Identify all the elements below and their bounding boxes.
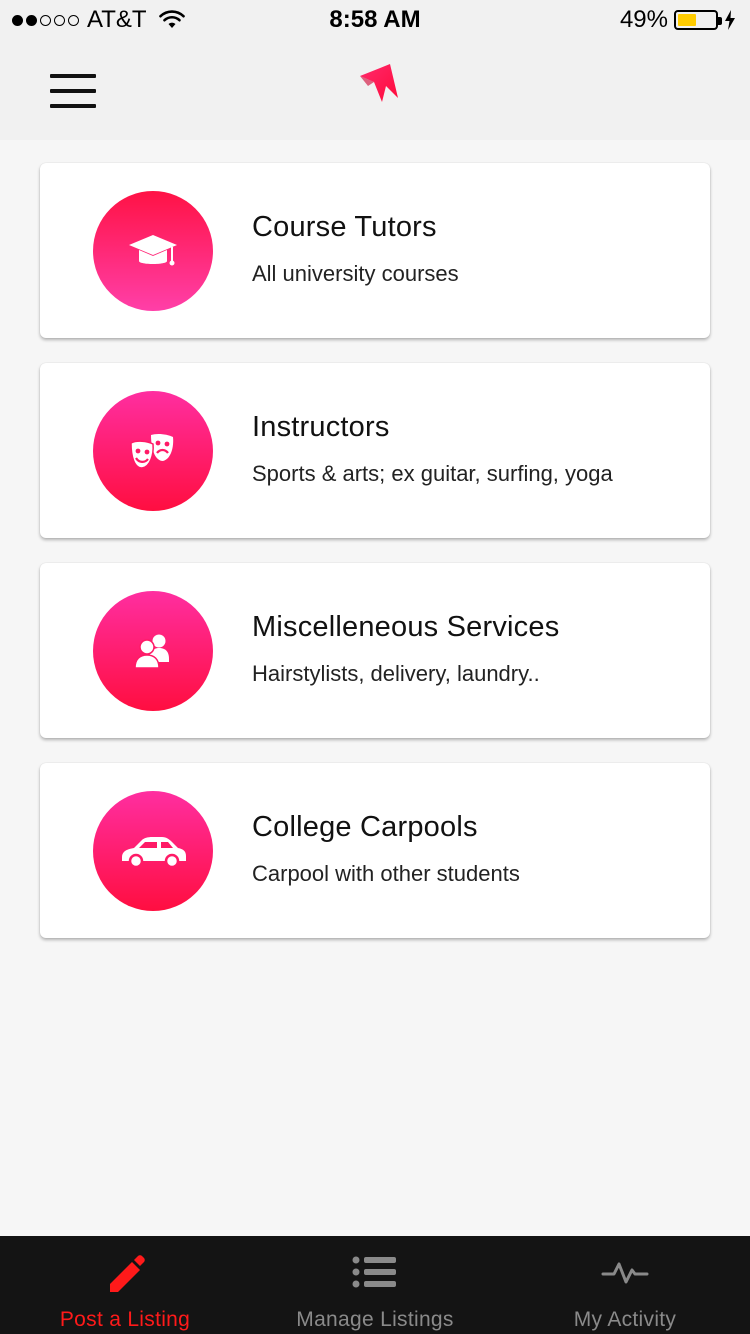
users-icon	[134, 634, 169, 669]
card-title: College Carpools	[252, 811, 478, 843]
menu-line	[50, 104, 96, 108]
card-instructors[interactable]: Instructors Sports & arts; ex guitar, su…	[40, 363, 710, 538]
theater-masks-icon	[130, 433, 174, 469]
card-icon-badge	[93, 191, 213, 311]
tab-label: Manage Listings	[296, 1308, 454, 1331]
card-course-tutors[interactable]: Course Tutors All university courses	[40, 163, 710, 338]
tab-my-activity[interactable]: My Activity	[500, 1236, 750, 1334]
arrow-logo-icon	[360, 64, 398, 102]
nav-bar	[0, 40, 750, 140]
card-subtitle: Hairstylists, delivery, laundry..	[252, 661, 540, 686]
category-list: Course Tutors All university courses Ins…	[40, 163, 710, 963]
charging-bolt-icon	[725, 10, 735, 30]
card-title: Instructors	[252, 411, 390, 443]
card-icon-badge	[93, 791, 213, 911]
tab-post-listing[interactable]: Post a Listing	[0, 1236, 250, 1334]
card-misc-services[interactable]: Miscelleneous Services Hairstylists, del…	[40, 563, 710, 738]
status-bar: AT&T 8:58 AM 49%	[0, 0, 750, 40]
card-subtitle: Sports & arts; ex guitar, surfing, yoga	[252, 461, 613, 486]
tab-label: My Activity	[573, 1308, 677, 1331]
tab-bar: Post a Listing Manage Listings My Activi…	[0, 1236, 750, 1334]
list-icon	[352, 1256, 396, 1288]
card-college-carpools[interactable]: College Carpools Carpool with other stud…	[40, 763, 710, 938]
car-icon	[122, 837, 186, 869]
card-subtitle: All university courses	[252, 261, 459, 286]
menu-line	[50, 89, 96, 93]
battery-cap	[718, 17, 722, 25]
card-title: Course Tutors	[252, 211, 437, 243]
hamburger-menu-icon[interactable]	[50, 74, 96, 108]
graduation-cap-icon	[129, 235, 177, 266]
screen: AT&T 8:58 AM 49% Course Tutors All unive…	[0, 0, 750, 1334]
pencil-icon	[110, 1255, 145, 1292]
battery-level	[678, 14, 696, 26]
card-icon-badge	[93, 591, 213, 711]
tab-manage-listings[interactable]: Manage Listings	[250, 1236, 500, 1334]
menu-line	[50, 74, 96, 78]
card-title: Miscelleneous Services	[252, 611, 560, 643]
pulse-icon	[601, 1262, 649, 1284]
card-icon-badge	[93, 391, 213, 511]
battery-percent: 49%	[619, 6, 668, 33]
tab-label: Post a Listing	[59, 1308, 191, 1331]
battery-icon	[674, 10, 722, 30]
status-right: 49%	[620, 6, 736, 34]
card-subtitle: Carpool with other students	[252, 861, 520, 886]
